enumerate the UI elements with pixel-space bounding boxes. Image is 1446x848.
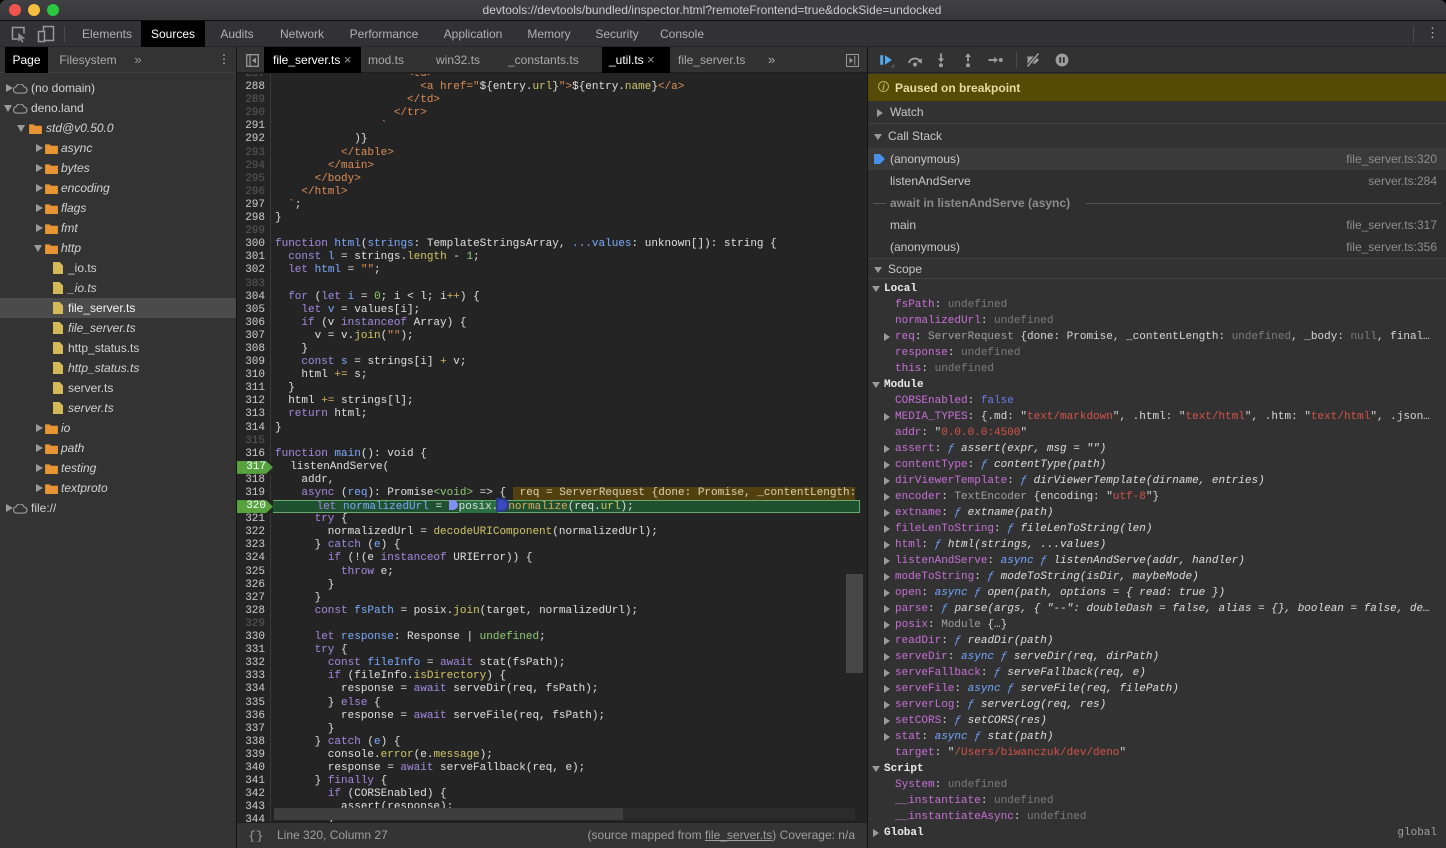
svg-text:{}: {}	[248, 829, 264, 842]
